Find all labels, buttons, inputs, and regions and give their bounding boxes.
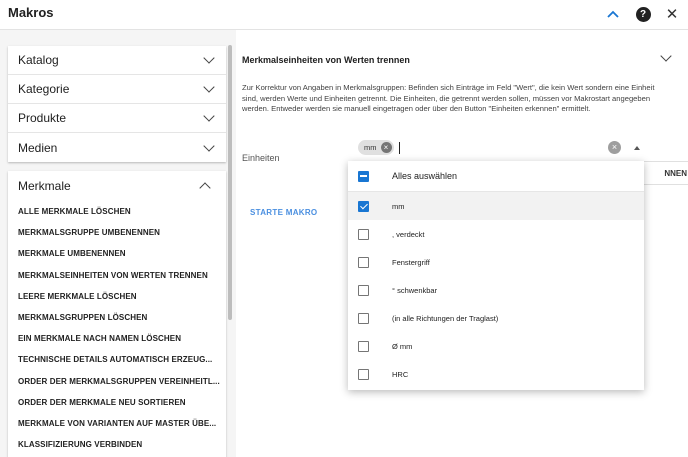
chevron-down-icon — [203, 110, 215, 122]
text-caret — [399, 142, 400, 154]
chip-label: mm — [364, 143, 377, 152]
checkbox-icon[interactable] — [358, 284, 369, 296]
select-all-option[interactable]: Alles auswählen — [348, 161, 644, 192]
clear-icon[interactable]: × — [608, 141, 621, 154]
checkbox-checked-icon[interactable] — [358, 200, 369, 212]
option-label: Fenstergriff — [392, 257, 430, 267]
macro-item[interactable]: ORDER DER MERKMALSGRUPPEN VEREINHEITL... — [8, 371, 226, 392]
checkbox-indeterminate-icon[interactable] — [358, 170, 369, 182]
app-header: Makros ? ✕ — [0, 0, 688, 30]
sidebar-scrollbar[interactable] — [228, 45, 232, 320]
chevron-down-icon — [203, 139, 215, 152]
dropdown-option[interactable]: (in alle Richtungen der Traglast) — [348, 304, 644, 332]
option-label: Ø mm — [392, 341, 413, 351]
einheiten-label: Einheiten — [242, 153, 280, 163]
section-title: Merkmalseinheiten von Werten trennen — [242, 55, 410, 65]
einheiten-select[interactable]: mm × × — [358, 135, 648, 163]
dropdown-option[interactable]: HRC — [348, 360, 644, 388]
nav-item-label: Katalog — [18, 53, 59, 67]
checkbox-icon[interactable] — [358, 368, 369, 380]
merkmale-title: Merkmale — [18, 179, 71, 193]
dropdown-option[interactable]: , verdeckt — [348, 220, 644, 248]
section-description: Zur Korrektur von Angaben in Merkmalsgru… — [242, 83, 655, 113]
nav-card: Katalog Kategorie Produkte Medien — [8, 46, 226, 162]
dropdown-option[interactable]: mm — [348, 192, 644, 220]
macro-item[interactable]: MERKMALSGRUPPEN LÖSCHEN — [8, 307, 226, 328]
macro-item[interactable]: TECHNISCHE DETAILS AUTOMATISCH ERZEUG... — [8, 349, 226, 370]
option-label: ° schwenkbar — [392, 285, 438, 295]
merkmale-card: Merkmale ALLE MERKMALE LÖSCHEN MERKMALSG… — [8, 171, 226, 457]
close-icon[interactable]: ✕ — [663, 5, 681, 23]
dropdown-option[interactable]: Fenstergriff — [348, 248, 644, 276]
dropdown-option[interactable]: Ø mm — [348, 332, 644, 360]
option-label: (in alle Richtungen der Traglast) — [392, 313, 499, 323]
start-macro-button[interactable]: STARTE MAKRO — [250, 208, 317, 217]
chip-remove-icon[interactable]: × — [380, 142, 392, 153]
macro-item[interactable]: MERKMALE VON VARIANTEN AUF MASTER ÜBE... — [8, 413, 226, 434]
unit-chip: mm × — [358, 140, 394, 155]
chevron-down-icon — [203, 81, 215, 93]
checkbox-icon[interactable] — [358, 312, 369, 324]
chevron-up-icon — [199, 181, 211, 194]
chevron-up-icon[interactable] — [604, 5, 622, 23]
macro-item[interactable]: ORDER DER MERKMALE NEU SORTIEREN — [8, 392, 226, 413]
nav-item-label: Kategorie — [18, 82, 70, 96]
help-icon[interactable]: ? — [634, 5, 652, 23]
nav-item-katalog[interactable]: Katalog — [8, 46, 226, 75]
dropdown-option[interactable]: ° schwenkbar — [348, 276, 644, 304]
nav-item-label: Medien — [18, 140, 58, 155]
macro-item[interactable]: KLASSIFIZIERUNG VERBINDEN — [8, 434, 226, 455]
nav-item-label: Produkte — [18, 111, 67, 125]
einheiten-dropdown: Alles auswählen mm , verdeckt Fenstergri… — [348, 161, 644, 390]
help-icon-glyph: ? — [635, 6, 651, 22]
chevron-down-icon — [203, 52, 215, 64]
option-label: Alles auswählen — [392, 171, 458, 181]
checkbox-icon[interactable] — [358, 228, 369, 240]
nav-item-produkte[interactable]: Produkte — [8, 104, 226, 133]
merkmale-header[interactable]: Merkmale — [8, 171, 226, 201]
page-title: Makros — [8, 5, 54, 20]
option-label: , verdeckt — [392, 229, 425, 239]
option-label: HRC — [392, 369, 409, 379]
option-label: mm — [392, 201, 405, 211]
macro-item-active[interactable]: MERKMALSEINHEITEN VON WERTEN TRENNEN — [8, 265, 226, 286]
nav-item-kategorie[interactable]: Kategorie — [8, 75, 226, 104]
dropdown-arrow-icon[interactable] — [634, 146, 640, 150]
macro-item[interactable]: ALLE MERKMALE LÖSCHEN — [8, 201, 226, 222]
macro-item[interactable]: EIN MERKMALE NACH NAMEN LÖSCHEN — [8, 328, 226, 349]
macro-item[interactable]: LEERE MERKMALE LÖSCHEN — [8, 286, 226, 307]
left-panel: Katalog Kategorie Produkte Medien Merkma… — [0, 30, 236, 457]
chevron-down-icon[interactable] — [660, 50, 672, 62]
checkbox-icon[interactable] — [358, 256, 369, 268]
macro-item[interactable]: MERKMALE UMBENENNEN — [8, 243, 226, 264]
nav-item-medien[interactable]: Medien — [8, 133, 226, 162]
macro-item[interactable]: MERKMALSGRUPPE UMBENENNEN — [8, 222, 226, 243]
checkbox-icon[interactable] — [358, 340, 369, 352]
